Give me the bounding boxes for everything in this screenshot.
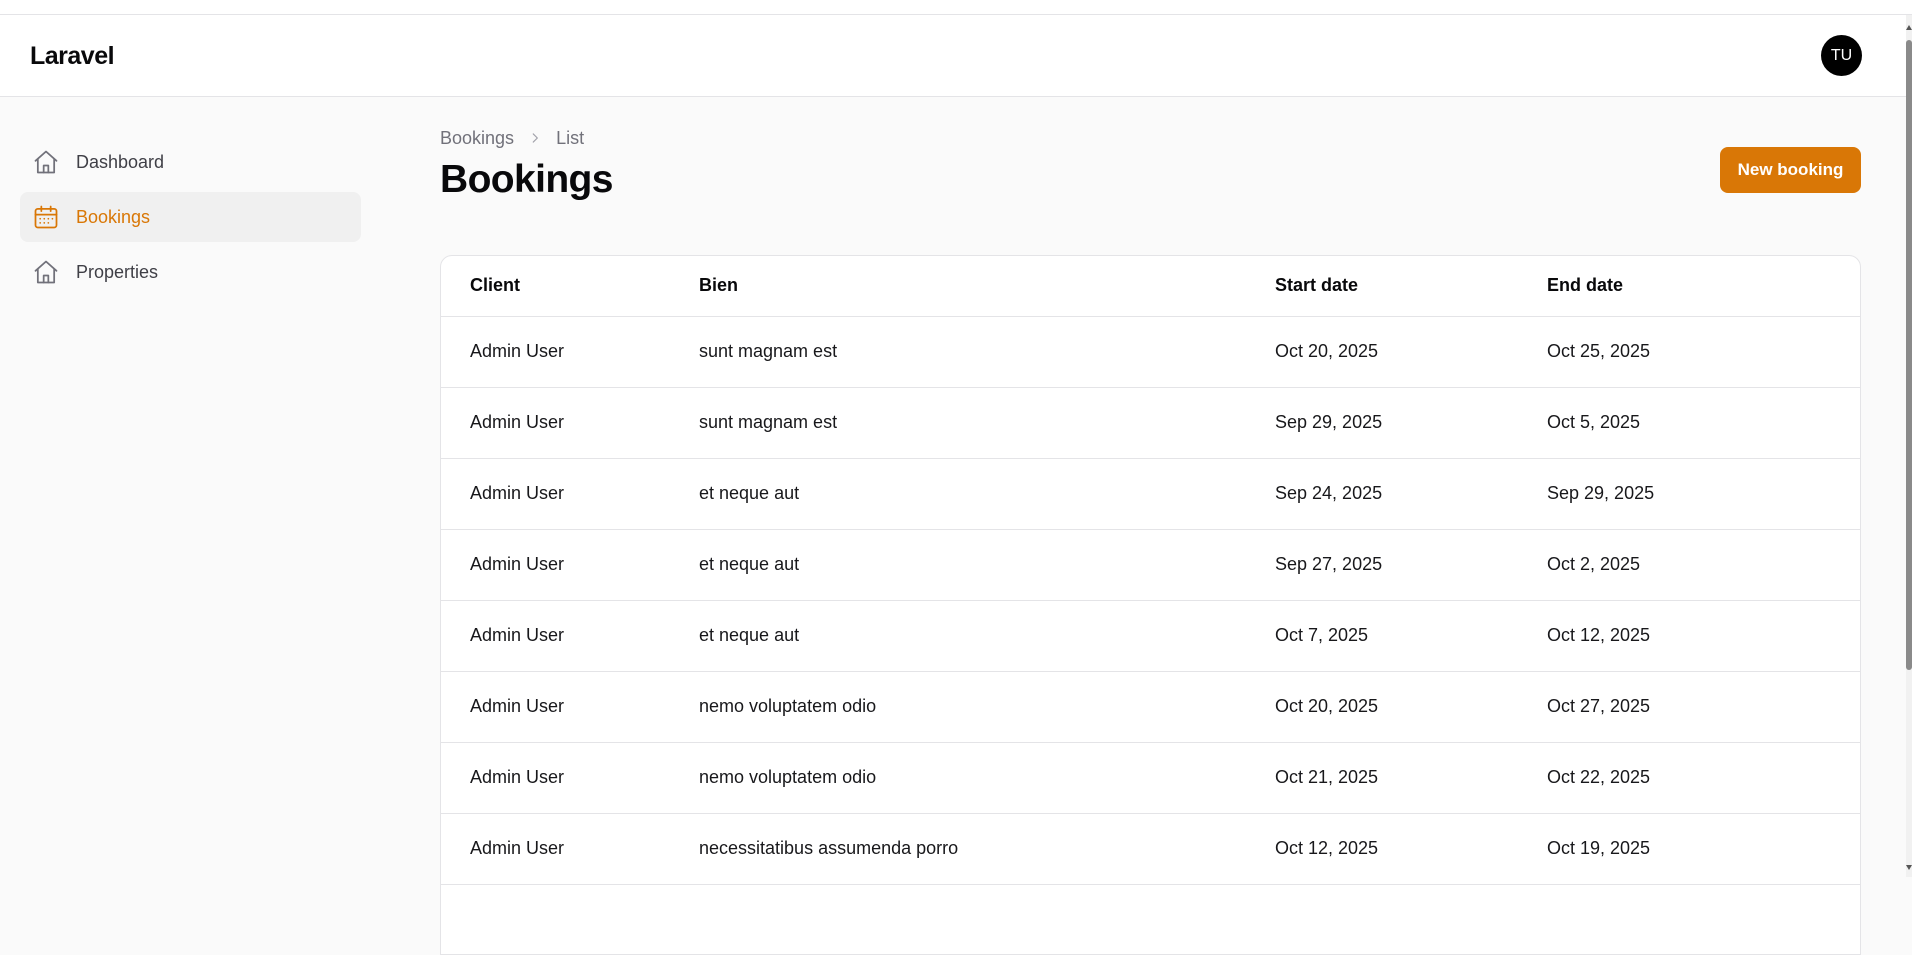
cell-client: Admin User [441, 387, 699, 459]
table-row[interactable]: Admin User et neque aut Oct 7, 2025 Oct … [441, 600, 1860, 672]
cell-bien: et neque aut [699, 458, 1275, 530]
home-icon [32, 258, 60, 286]
column-header-bien[interactable]: Bien [699, 256, 1275, 317]
column-header-end-date[interactable]: End date [1547, 256, 1860, 317]
cell-client: Admin User [441, 742, 699, 814]
cell-bien: sunt magnam est [699, 387, 1275, 459]
cell-client: Admin User [441, 813, 699, 885]
cell-start-date: Sep 27, 2025 [1275, 529, 1547, 601]
cell-bien: nemo voluptatem odio [699, 671, 1275, 743]
sidebar-item-properties[interactable]: Properties [20, 247, 361, 297]
cell-bien: et neque aut [699, 529, 1275, 601]
cell-bien: nemo voluptatem odio [699, 742, 1275, 814]
breadcrumb: Bookings List [440, 120, 1861, 156]
cell-start-date: Oct 12, 2025 [1275, 813, 1547, 885]
user-avatar[interactable]: TU [1821, 35, 1862, 76]
cell-start-date: Sep 24, 2025 [1275, 458, 1547, 530]
top-navbar: Laravel TU [0, 15, 1906, 97]
cell-end-date: Oct 5, 2025 [1547, 387, 1860, 459]
new-booking-button[interactable]: New booking [1720, 147, 1861, 193]
cell-end-date: Sep 29, 2025 [1547, 458, 1860, 530]
cell-start-date: Oct 20, 2025 [1275, 316, 1547, 388]
scroll-thumb[interactable] [1906, 40, 1912, 670]
sidebar-item-label: Bookings [76, 206, 151, 227]
brand-logo[interactable]: Laravel [30, 42, 115, 71]
cell-end-date: Oct 27, 2025 [1547, 671, 1860, 743]
cell-end-date: Oct 19, 2025 [1547, 813, 1860, 885]
scroll-up-arrow-icon[interactable] [1906, 25, 1912, 30]
cell-client: Admin User [441, 316, 699, 388]
main-content: Bookings List Bookings New booking Clien… [440, 120, 1861, 955]
table-row[interactable]: Admin User et neque aut Sep 24, 2025 Sep… [441, 458, 1860, 530]
home-icon [32, 148, 60, 176]
sidebar-item-dashboard[interactable]: Dashboard [20, 137, 361, 187]
cell-end-date: Oct 22, 2025 [1547, 742, 1860, 814]
table-row[interactable]: Admin User nemo voluptatem odio Oct 21, … [441, 742, 1860, 814]
cell-start-date: Oct 20, 2025 [1275, 671, 1547, 743]
cell-end-date: Oct 12, 2025 [1547, 600, 1860, 672]
breadcrumb-current: List [556, 127, 585, 148]
table-header-row: Client Bien Start date End date [441, 256, 1860, 317]
column-header-client[interactable]: Client [441, 256, 699, 317]
bookings-table: Client Bien Start date End date Admin Us… [441, 256, 1860, 885]
cell-client: Admin User [441, 671, 699, 743]
cell-end-date: Oct 25, 2025 [1547, 316, 1860, 388]
chevron-right-icon [528, 131, 542, 145]
page-title: Bookings [440, 158, 613, 201]
cell-bien: sunt magnam est [699, 316, 1275, 388]
cell-bien: et neque aut [699, 600, 1275, 672]
cell-end-date: Oct 2, 2025 [1547, 529, 1860, 601]
cell-start-date: Oct 21, 2025 [1275, 742, 1547, 814]
bookings-table-card: Client Bien Start date End date Admin Us… [440, 255, 1861, 955]
cell-client: Admin User [441, 529, 699, 601]
page-scrollbar[interactable] [1906, 15, 1912, 877]
sidebar-item-bookings[interactable]: Bookings [20, 192, 361, 242]
column-header-start-date[interactable]: Start date [1275, 256, 1547, 317]
title-row: Bookings New booking [440, 147, 1861, 211]
table-row[interactable]: Admin User nemo voluptatem odio Oct 20, … [441, 671, 1860, 743]
cell-client: Admin User [441, 600, 699, 672]
cell-start-date: Oct 7, 2025 [1275, 600, 1547, 672]
table-row[interactable]: Admin User et neque aut Sep 27, 2025 Oct… [441, 529, 1860, 601]
table-row[interactable]: Admin User sunt magnam est Oct 20, 2025 … [441, 316, 1860, 388]
browser-top-strip [0, 0, 1912, 15]
breadcrumb-link-bookings[interactable]: Bookings [440, 128, 514, 149]
calendar-icon [32, 203, 60, 231]
cell-bien: necessitatibus assumenda porro [699, 813, 1275, 885]
sidebar: Dashboard Bookings Properties [20, 137, 361, 302]
table-row[interactable]: Admin User necessitatibus assumenda porr… [441, 813, 1860, 885]
cell-start-date: Sep 29, 2025 [1275, 387, 1547, 459]
scroll-down-arrow-icon[interactable] [1906, 865, 1912, 870]
sidebar-item-label: Properties [76, 261, 159, 282]
cell-client: Admin User [441, 458, 699, 530]
table-row[interactable]: Admin User sunt magnam est Sep 29, 2025 … [441, 387, 1860, 459]
sidebar-item-label: Dashboard [76, 151, 165, 172]
